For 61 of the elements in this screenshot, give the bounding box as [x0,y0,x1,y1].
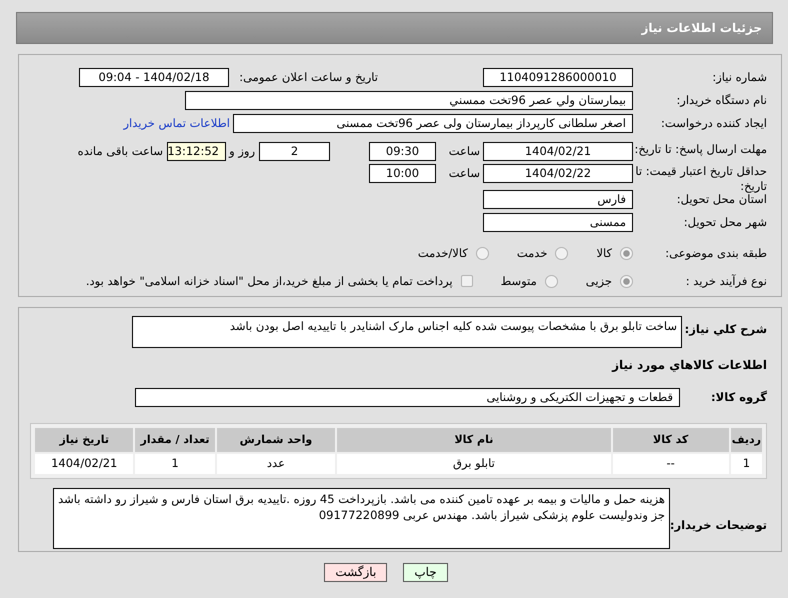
buyer-org-field: بیمارستان ولي عصر 96تخت ممسني [185,91,633,110]
column-header: کد کالا [612,428,729,452]
radio-label: کالا/خدمت [418,245,468,262]
time-field: 09:30 [369,142,436,161]
remaining-label: ساعت باقی مانده [78,143,163,160]
time-field: 10:00 [369,164,436,183]
column-header: نام کالا [337,428,611,452]
print-button[interactable]: چاپ [403,563,448,582]
field-label: طبقه بندی موضوعی: [664,245,767,262]
contact-link[interactable]: اطلاعات تماس خریدار [123,114,230,132]
date-field: 1404/02/21 [483,142,633,161]
radio-button[interactable] [620,247,633,260]
table-cell: عدد [216,454,336,474]
table-cell: 1 [730,454,762,474]
field-label: نام دستگاه خریدار: [675,92,767,109]
radio-label: کالا [596,245,612,262]
goods-group-field: قطعات و تجهیزات الکتریکی و روشنایی [135,388,680,407]
field-label: استان محل تحویل: [676,192,767,208]
radio-label: متوسط [500,273,537,290]
table-cell: -- [612,454,729,474]
radio-button[interactable] [555,247,568,260]
field-label: تاریخ و ساعت اعلان عمومی: [238,69,378,86]
radio-label: خدمت [516,245,548,262]
field-label: حداقل تاریخ اعتبار قیمت: تا تاریخ: [634,164,767,194]
field-label: نوع فرآیند خرید : [684,273,767,290]
field-label: شماره نیاز: [711,69,767,86]
need-number-field: 1104091286000010 [483,68,633,87]
field-label: توضیحات خریدار: [670,517,767,534]
city-field: ممسنی [483,213,633,232]
radio-button[interactable] [476,247,489,260]
time-label: ساعت [448,165,480,182]
remaining-time-field: 13:12:52 [167,142,226,161]
back-button[interactable]: بازگشت [324,563,388,582]
radio-label: جزیی [586,273,612,290]
page-title: جزئیات اطلاعات نیاز [641,20,762,37]
column-header: تاریخ نیاز [35,428,134,452]
column-header: ردیف [730,428,762,452]
field-label: ایجاد کننده درخواست: [660,115,767,132]
section-title: اطلاعات کالاهاي مورد نياز [612,357,767,374]
field-label: گروه کالا: [710,389,767,406]
requester-field: اصغر سلطانی کارپرداز بیمارستان ولی عصر 96تخت ممسنی [233,114,633,133]
buyer-notes-field: هزینه حمل و مالیات و بیمه بر عهده تامین کننده می باشد. بازپرداخت 45 روزه .تاییدیه برق استان فارس و شیراز رو داشته باشد جز وندولیست علوم پزشکی شیراز باشد. مهندس عربی 09177220899 [53,488,670,549]
time-label: ساعت [448,143,480,160]
checkbox[interactable] [460,275,473,287]
field-label: شهر محل تحویل: [682,214,767,231]
days-label: روز و [231,143,255,160]
radio-button[interactable] [544,275,558,288]
field-label: مهلت ارسال پاسخ: تا تاریخ: [633,142,767,157]
table-cell: 1404/02/21 [35,454,134,474]
radio-button[interactable] [620,275,633,288]
table-cell: 1 [135,454,215,474]
field-label: شرح کلي نياز: [684,321,767,338]
checkbox-label: پرداخت تمام یا بخشی از مبلغ خرید،از محل "اسناد خزانه اسلامی" خواهد بود. [86,273,453,290]
column-header: واحد شمارش [216,428,336,452]
date-field: 1404/02/22 [483,164,633,183]
description-field: ساخت تابلو برق با مشخصات پیوست شده کلیه اجناس مارک اشنایدر با تاییدیه اصل بودن باشد [132,316,682,348]
table-cell: تابلو برق [337,454,611,474]
province-field: فارس [483,190,633,209]
column-header: تعداد / مقدار [135,428,215,452]
days-field: 2 [259,142,330,161]
announce-date-field: 1404/02/18 - 09:04 [79,68,229,87]
